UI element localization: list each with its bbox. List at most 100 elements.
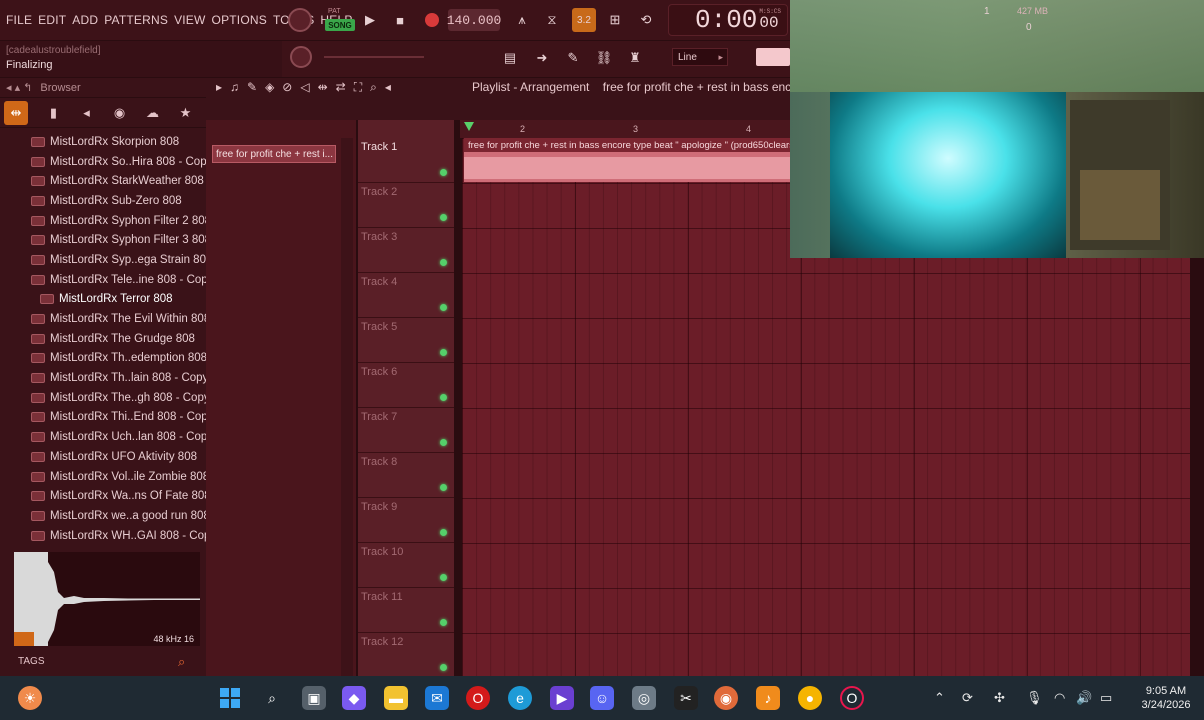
track-mute-led[interactable] [440, 529, 447, 536]
all-files-tab-icon[interactable]: ⇹ [4, 100, 28, 125]
browser-file-item[interactable]: MistLordRx StarkWeather 808 [0, 171, 206, 191]
pat-song-toggle[interactable]: PAT SONG [325, 8, 355, 32]
wifi-icon[interactable]: ◠ [1054, 690, 1065, 706]
dropbox-icon[interactable]: ✣ [994, 690, 1005, 706]
outlook-icon[interactable]: ✉ [425, 686, 449, 710]
search-icon[interactable]: ⌕ [178, 654, 196, 670]
stamp-icon[interactable]: ♜ [623, 46, 647, 70]
pitch-slider[interactable] [324, 56, 424, 58]
browser-nav-icon[interactable]: ◂ ▴ ↰ [6, 81, 32, 94]
track-header[interactable]: Track 6 [358, 363, 454, 408]
track-header[interactable]: Track 2 [358, 183, 454, 228]
browser-file-item[interactable]: MistLordRx Wa..ns Of Fate 808 [0, 486, 211, 506]
widgets-icon[interactable]: ☀ [18, 686, 42, 710]
track-mute-led[interactable] [440, 439, 447, 446]
browser-file-item[interactable]: MistLordRx Thi..End 808 - Copy [0, 408, 213, 428]
record-button[interactable] [420, 8, 444, 32]
browser-file-item[interactable]: MistLordRx Th..lain 808 - Copy [0, 368, 208, 388]
track-header[interactable]: Track 1 [358, 138, 454, 183]
track-header[interactable]: Track 3 [358, 228, 454, 273]
track-header[interactable]: Track 5 [358, 318, 454, 363]
track-mute-led[interactable] [440, 304, 447, 311]
copilot-icon[interactable]: ◆ [342, 686, 366, 710]
microphone-icon[interactable]: 🎙 [1026, 690, 1043, 706]
browser-file-item[interactable]: MistLordRx we..a good run 808 [0, 506, 210, 526]
wait-input-icon[interactable]: ⧖ [540, 8, 564, 32]
track-header[interactable]: Track 7 [358, 408, 454, 453]
arrow-right-icon[interactable]: ➜ [530, 46, 554, 70]
track-header[interactable]: Track 10 [358, 543, 454, 588]
browser-file-item[interactable]: MistLordRx WH..GAI 808 - Copy [0, 526, 216, 546]
volume-icon[interactable]: 🔊 [1076, 690, 1092, 706]
play-button[interactable]: ▶ [358, 8, 382, 32]
pattern-selector[interactable] [756, 48, 790, 66]
taskbar-clock[interactable]: 9:05 AM 3/24/2026 [1136, 684, 1196, 712]
browser-file-item[interactable]: MistLordRx The..gh 808 - Copy [0, 388, 210, 408]
cloud-tab-icon[interactable]: ☁ [136, 101, 169, 125]
loop-record-icon[interactable]: ⟲ [634, 8, 658, 32]
browser-file-item[interactable]: MistLordRx Tele..ine 808 - Copy [0, 270, 213, 290]
stop-button[interactable]: ■ [388, 8, 412, 32]
chevron-up-icon[interactable]: ⌃ [934, 690, 945, 706]
opera-icon[interactable]: O [466, 686, 490, 710]
browser-file-item[interactable]: MistLordRx So..Hira 808 - Copy [0, 152, 212, 172]
browser-file-item[interactable]: MistLordRx Vol..ile Zombie 808 [0, 467, 209, 487]
game-icon[interactable]: ◉ [714, 686, 738, 710]
track-header[interactable]: Track 4 [358, 273, 454, 318]
track-mute-led[interactable] [440, 394, 447, 401]
picker-scrollbar[interactable] [341, 138, 353, 676]
battery-icon[interactable]: ▭ [1100, 690, 1112, 706]
capcut-icon[interactable]: ✂ [674, 686, 698, 710]
step-edit-icon[interactable]: ⊞ [603, 8, 627, 32]
sample-tab-icon[interactable]: ◉ [103, 101, 136, 125]
video-editor-icon[interactable]: ▶ [550, 686, 574, 710]
metronome-icon[interactable]: ⩚ [510, 8, 534, 32]
track-mute-led[interactable] [440, 259, 447, 266]
sync-icon[interactable]: ⟳ [962, 690, 973, 706]
browser-file-item[interactable]: MistLordRx The Evil Within 808 [0, 309, 210, 329]
browser-file-item[interactable]: MistLordRx Th..edemption 808 [0, 349, 207, 369]
camera-icon[interactable]: ◎ [632, 686, 656, 710]
master-volume-knob[interactable] [288, 8, 312, 32]
browser-file-item[interactable]: MistLordRx Uch..lan 808 - Copy [0, 427, 213, 447]
browser-file-item[interactable]: MistLordRx Syphon Filter 3 808 [0, 230, 211, 250]
pencil-icon[interactable]: ✎ [561, 46, 585, 70]
menu-patterns[interactable]: PATTERNS [104, 13, 168, 27]
track-header[interactable]: Track 9 [358, 498, 454, 543]
track-header[interactable]: Track 8 [358, 453, 454, 498]
track-mute-led[interactable] [440, 349, 447, 356]
master-pitch-knob[interactable] [290, 46, 312, 68]
browser-file-item[interactable]: MistLordRx The Grudge 808 [0, 329, 206, 349]
start-icon[interactable] [218, 686, 242, 710]
fl-studio-icon[interactable]: ♪ [756, 686, 780, 710]
track-mute-led[interactable] [440, 214, 447, 221]
browser-file-item[interactable]: MistLordRx Syphon Filter 2 808 [0, 211, 211, 231]
menu-file[interactable]: FILE [6, 13, 32, 27]
pattern-item[interactable]: free for profit che + rest i... [212, 145, 336, 163]
tempo-display[interactable]: 140.000 [447, 9, 501, 31]
plugin-tab-icon[interactable]: ◂ [70, 101, 103, 125]
star-tab-icon[interactable]: ★ [169, 101, 202, 125]
browser-file-item[interactable]: MistLordRx Sub-Zero 808 [0, 191, 206, 211]
track-mute-led[interactable] [440, 484, 447, 491]
document-tab-icon[interactable]: ▮ [37, 101, 70, 125]
track-mute-led[interactable] [440, 169, 447, 176]
browser-file-item[interactable]: MistLordRx Terror 808 [0, 290, 206, 310]
track-mute-led[interactable] [440, 664, 447, 671]
track-mute-led[interactable] [440, 574, 447, 581]
opera-gx-icon[interactable]: O [840, 686, 864, 710]
link-icon[interactable]: ⛓ [592, 46, 616, 70]
file-explorer-icon[interactable]: ▬ [384, 686, 408, 710]
playhead-marker[interactable] [464, 122, 474, 131]
menu-options[interactable]: OPTIONS [212, 13, 267, 27]
browser-file-item[interactable]: MistLordRx Skorpion 808 [0, 132, 206, 152]
track-mute-led[interactable] [440, 619, 447, 626]
browser-file-item[interactable]: MistLordRx UFO Aktivity 808 [0, 447, 206, 467]
track-header[interactable]: Track 12 [358, 633, 454, 678]
piano-roll-icon[interactable]: ▤ [498, 46, 522, 70]
chrome-icon[interactable]: ● [798, 686, 822, 710]
menu-view[interactable]: VIEW [174, 13, 205, 27]
task-view-icon[interactable]: ▣ [302, 686, 326, 710]
countdown-icon[interactable]: 3.2 [572, 8, 596, 32]
audio-clip[interactable]: free for profit che + rest in bass encor… [464, 138, 794, 182]
